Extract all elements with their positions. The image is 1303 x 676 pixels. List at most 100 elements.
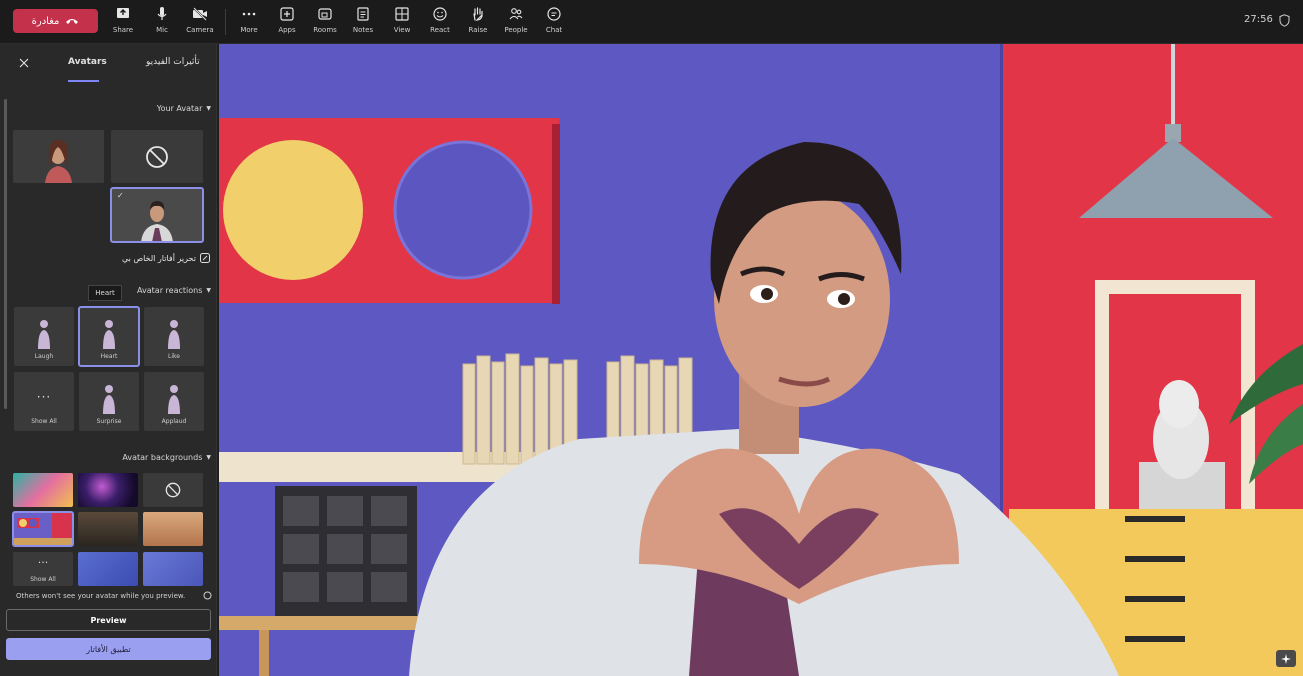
more-icon: [241, 6, 257, 22]
background-option-whiteboard[interactable]: [78, 552, 138, 586]
caret-down-icon: ▼: [206, 454, 211, 461]
background-option-none[interactable]: [143, 473, 203, 507]
people-icon: [508, 6, 524, 22]
toolbar-divider: [225, 9, 226, 35]
background-option-blue[interactable]: [143, 552, 203, 586]
people-button[interactable]: People: [498, 6, 534, 40]
share-icon: [115, 6, 131, 22]
reaction-laugh-label: Laugh: [34, 353, 54, 360]
background-option-lights[interactable]: [78, 473, 138, 507]
camera-label: Camera: [186, 26, 214, 34]
edit-my-avatar-link[interactable]: تحرير أفاتار الخاص بي: [122, 253, 210, 263]
reaction-laugh[interactable]: Laugh: [14, 307, 74, 366]
applaud-avatar-figure: [168, 385, 180, 414]
your-avatar-heading[interactable]: Your Avatar ▼: [157, 104, 211, 113]
chat-button[interactable]: Chat: [536, 6, 572, 40]
rooms-icon: [317, 6, 333, 22]
view-button[interactable]: View: [384, 6, 420, 40]
reaction-like[interactable]: Like: [144, 307, 204, 366]
heart-avatar-figure: [103, 320, 115, 349]
react-label: React: [430, 26, 450, 34]
raise-hand-icon: [470, 6, 486, 22]
reaction-applaud-label: Applaud: [161, 418, 187, 425]
avatar-option-woman[interactable]: [13, 130, 104, 183]
mic-label: Mic: [156, 26, 168, 34]
rooms-button[interactable]: Rooms: [307, 6, 343, 40]
selected-room-thumbnail: [13, 518, 73, 546]
notes-button[interactable]: Notes: [345, 6, 381, 40]
preview-notice-text: Others won't see your avatar while you p…: [16, 591, 186, 600]
notes-icon: [355, 6, 371, 22]
preview-notice: Others won't see your avatar while you p…: [16, 591, 212, 600]
react-icon: [432, 6, 448, 22]
your-avatar-heading-label: Your Avatar: [156, 104, 203, 113]
apps-icon: [279, 6, 295, 22]
background-show-all[interactable]: ··· Show All: [13, 552, 73, 586]
laugh-avatar-figure: [38, 320, 50, 349]
reaction-heart[interactable]: Heart: [78, 306, 140, 367]
more-label: More: [240, 26, 258, 34]
background-show-all-label: Show All: [30, 576, 56, 583]
reaction-show-all[interactable]: ··· Show All: [14, 372, 74, 431]
heart-tooltip: Heart: [88, 285, 122, 301]
meeting-timer: 27:56: [1244, 14, 1273, 25]
edit-avatar-label: تحرير أفاتار الخاص بي: [122, 253, 196, 263]
reaction-show-all-label: Show All: [31, 418, 57, 425]
view-label: View: [393, 26, 411, 34]
sparkle-icon: [1281, 653, 1291, 664]
camera-off-icon: [192, 6, 208, 22]
close-icon[interactable]: [17, 56, 31, 70]
radio-icon[interactable]: [203, 591, 212, 600]
chat-icon: [546, 6, 562, 22]
notes-label: Notes: [352, 26, 374, 34]
more-dots-icon: ···: [37, 556, 49, 569]
apps-button[interactable]: Apps: [269, 6, 305, 40]
avatar-backgrounds-heading[interactable]: Avatar backgrounds ▼: [122, 453, 211, 462]
background-option-abstract[interactable]: [13, 473, 73, 507]
avatar-man-thumbnail: [111, 188, 203, 242]
no-avatar-icon: [146, 145, 168, 168]
checkmark-icon: ✓: [117, 191, 124, 200]
preview-button[interactable]: Preview: [6, 609, 211, 631]
raise-label: Raise: [468, 26, 488, 34]
caret-down-icon: ▼: [206, 105, 211, 112]
leave-label: مغادرة: [31, 15, 60, 27]
avatar-option-none[interactable]: [111, 130, 203, 183]
reaction-like-label: Like: [168, 353, 180, 360]
more-button[interactable]: More: [231, 6, 267, 40]
background-option-selected-room[interactable]: [12, 511, 74, 547]
avatar-reactions-heading[interactable]: Avatar reactions ▼: [137, 286, 211, 295]
rooms-label: Rooms: [313, 26, 337, 34]
phone-hangup-icon: [66, 19, 79, 24]
mic-icon: [154, 6, 170, 22]
more-dots-icon: ···: [36, 390, 52, 404]
apply-avatar-button[interactable]: تطبيق الأفاتار: [6, 638, 211, 660]
leave-button[interactable]: مغادرة: [13, 9, 98, 33]
reaction-applaud[interactable]: Applaud: [144, 372, 204, 431]
avatar-option-selected[interactable]: ✓: [110, 187, 204, 243]
mic-button[interactable]: Mic: [144, 6, 180, 40]
background-option-cafe[interactable]: [143, 512, 203, 546]
tab-video-effects[interactable]: تأثيرات الفيديو: [146, 57, 200, 67]
avatar-scene-image: [219, 44, 1303, 676]
tab-underline: [68, 80, 99, 82]
share-label: Share: [112, 26, 134, 34]
stage-corner-button[interactable]: [1276, 650, 1296, 667]
caret-down-icon: ▼: [206, 287, 211, 294]
reaction-surprise[interactable]: Surprise: [79, 372, 139, 431]
raise-hand-button[interactable]: Raise: [460, 6, 496, 40]
avatar-woman-thumbnail: [13, 130, 104, 183]
reaction-heart-label: Heart: [100, 353, 118, 360]
panel-scrollbar[interactable]: [4, 99, 7, 409]
surprise-avatar-figure: [103, 385, 115, 414]
chat-label: Chat: [545, 26, 563, 34]
panel-tabs: Avatars تأثيرات الفيديو: [0, 44, 217, 84]
camera-button[interactable]: Camera: [182, 6, 218, 40]
apps-label: Apps: [278, 26, 296, 34]
share-button[interactable]: Share: [105, 6, 141, 40]
avatar-backgrounds-heading-label: Avatar backgrounds: [122, 453, 203, 462]
background-option-lobby[interactable]: [78, 512, 138, 546]
avatar-video-stage: [219, 44, 1303, 676]
react-button[interactable]: React: [422, 6, 458, 40]
tab-avatars[interactable]: Avatars: [68, 57, 107, 67]
